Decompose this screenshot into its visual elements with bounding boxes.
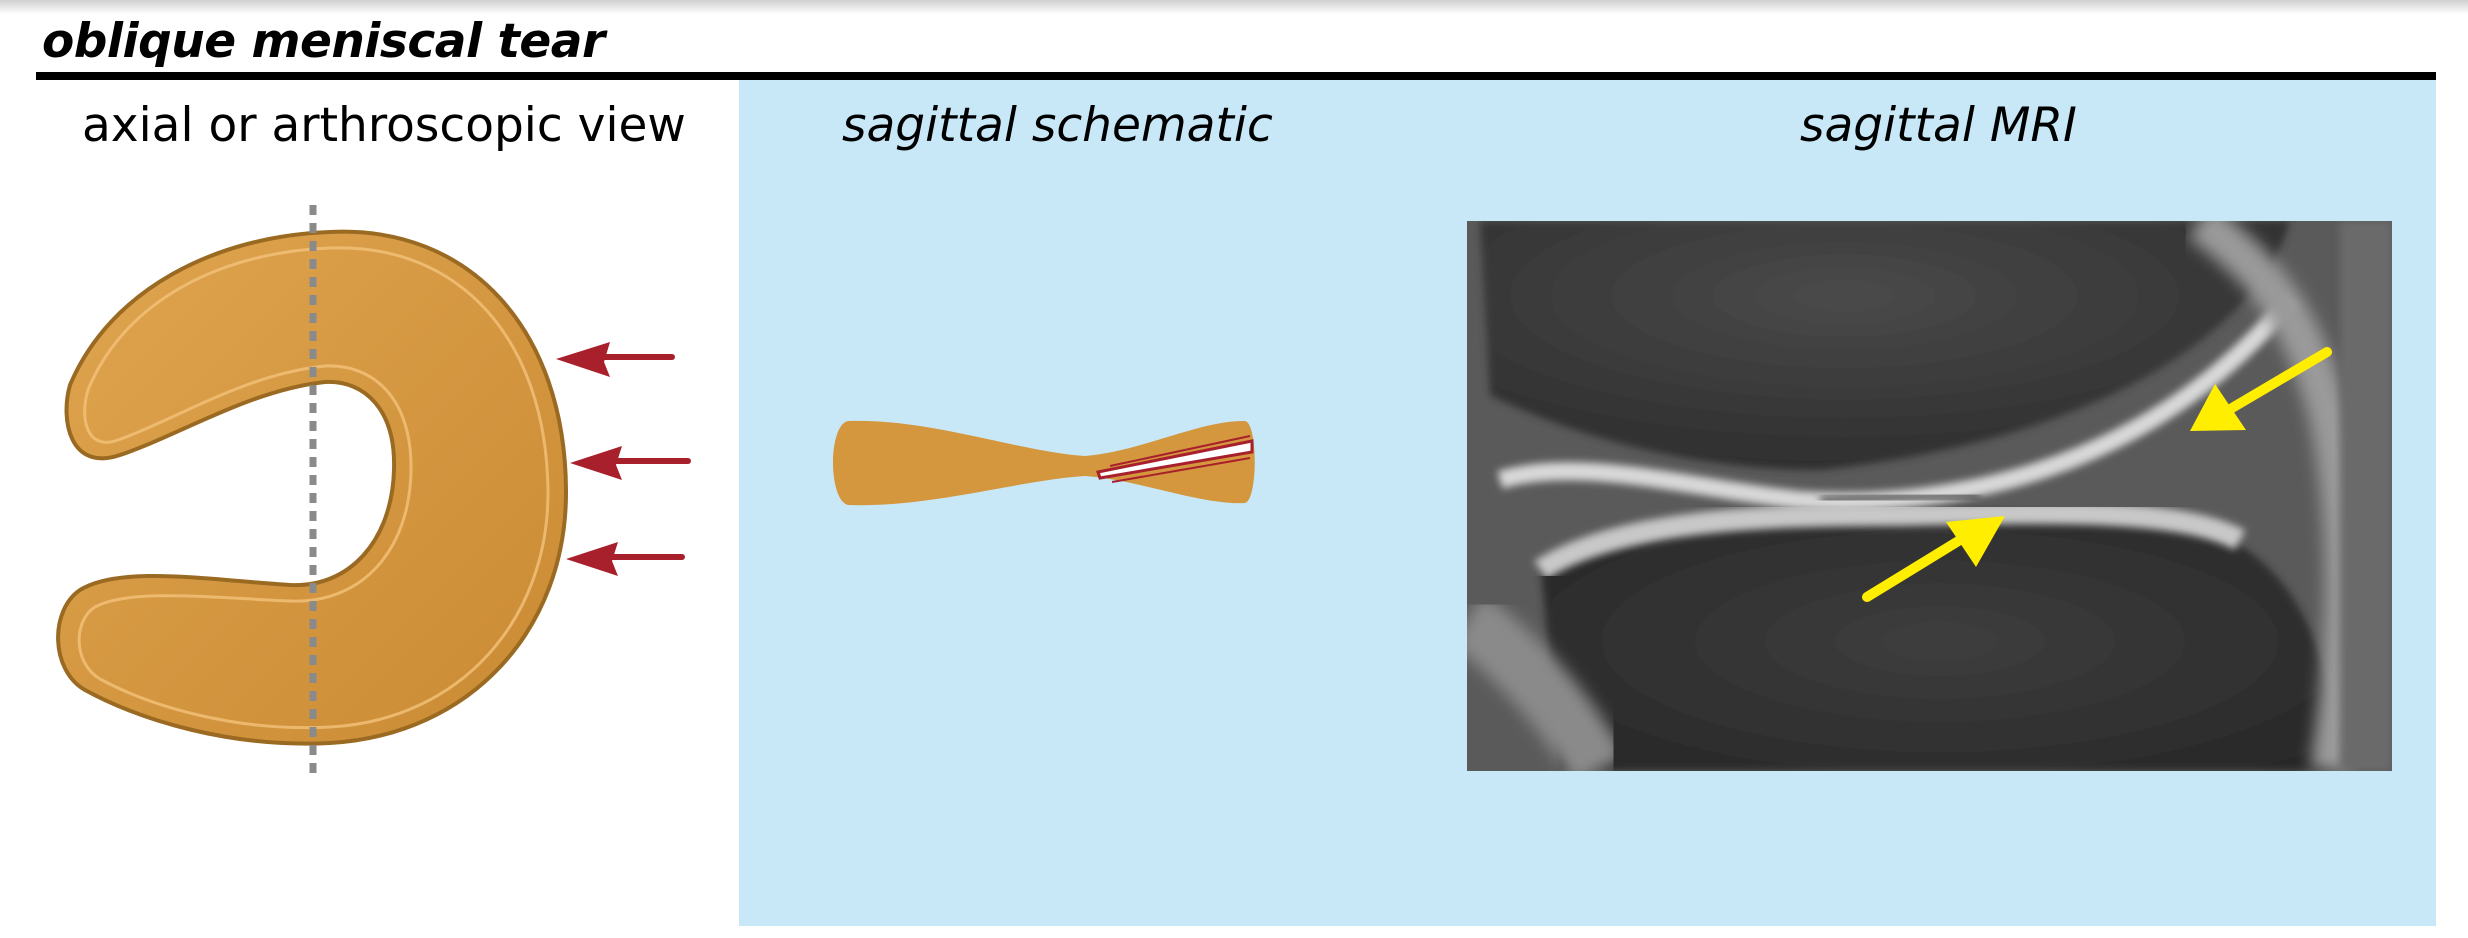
red-arrow: [570, 446, 691, 480]
sagittal-panel-background: [739, 80, 2436, 926]
figure-title: oblique meniscal tear: [42, 14, 605, 69]
top-gradient-strip: [0, 0, 2468, 14]
sagittal-schematic-heading: sagittal schematic: [842, 98, 1273, 153]
title-rule: [36, 72, 2436, 80]
sagittal-mri-heading: sagittal MRI: [1800, 98, 2077, 153]
red-arrow: [566, 542, 685, 576]
red-arrow: [556, 342, 675, 377]
axial-view-heading: axial or arthroscopic view: [82, 98, 686, 153]
meniscus-shape: [56, 229, 569, 746]
